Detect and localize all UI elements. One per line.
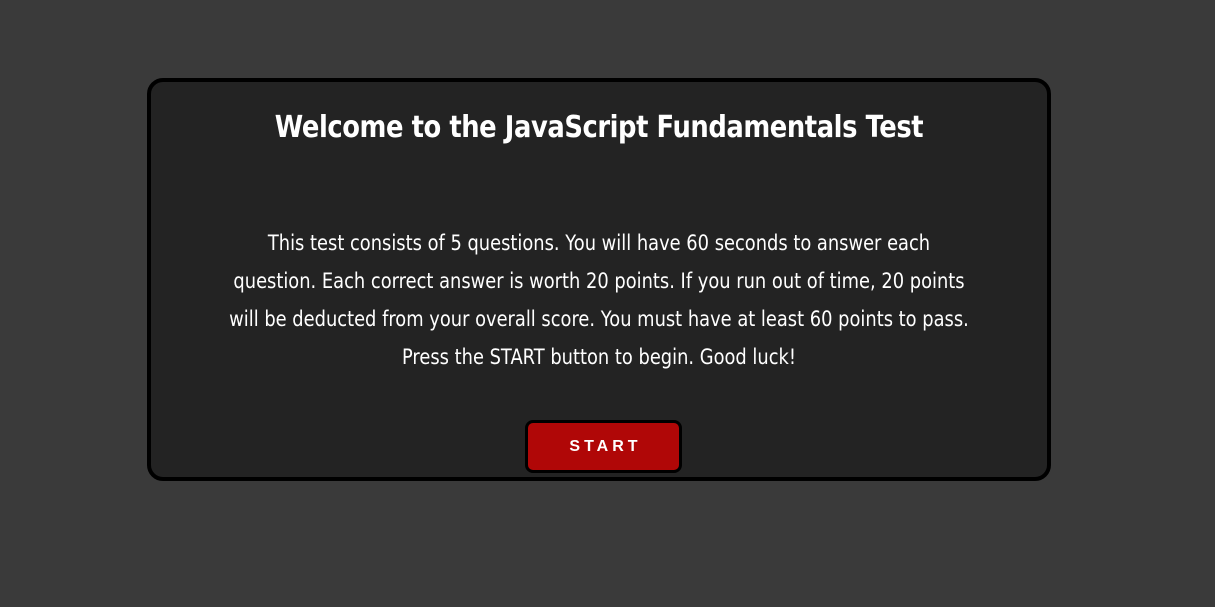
quiz-intro-card: Welcome to the JavaScript Fundamentals T… xyxy=(147,78,1051,481)
page-title: Welcome to the JavaScript Fundamentals T… xyxy=(274,110,924,145)
start-button[interactable]: START xyxy=(525,420,682,473)
instructions-line: This test consists of 5 questions. You w… xyxy=(267,231,931,255)
instructions-line: will be deducted from your overall score… xyxy=(229,307,969,331)
instructions-line: question. Each correct answer is worth 2… xyxy=(233,269,965,293)
instructions-line: Press the START button to begin. Good lu… xyxy=(401,345,797,369)
instructions-text: This test consists of 5 questions. You w… xyxy=(157,224,1041,376)
